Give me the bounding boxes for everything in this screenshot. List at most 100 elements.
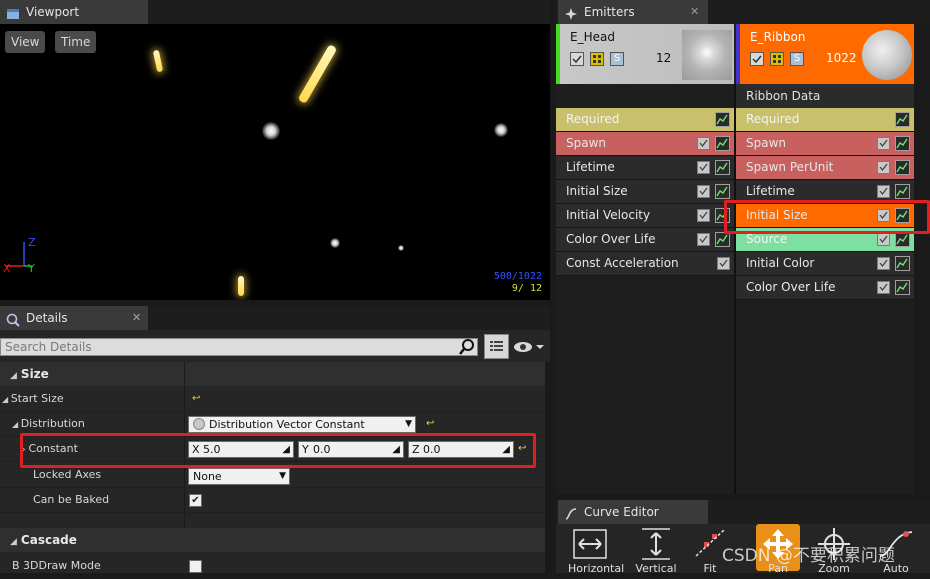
curve-graph-icon[interactable]	[715, 112, 730, 127]
details-scrollbar[interactable]	[545, 362, 550, 573]
curve-icon	[564, 505, 578, 520]
module-enable-checkbox[interactable]	[697, 185, 710, 198]
curve-horizontal-button[interactable]: Horizontal	[568, 524, 624, 575]
module-enable-checkbox[interactable]	[697, 161, 710, 174]
curve-vertical-button[interactable]: Vertical	[634, 524, 678, 575]
emitter-ribbon-module[interactable]: Spawn	[736, 132, 914, 156]
particle-count-total: 500/1022	[493, 271, 542, 282]
ribbon-type-data[interactable]: Ribbon Data	[736, 84, 914, 108]
locked-axes-dropdown[interactable]: None ▼	[188, 468, 290, 485]
module-enable-checkbox[interactable]	[877, 281, 890, 294]
emitter-head-module-label: Required	[566, 112, 620, 126]
emitter-head-module[interactable]: Initial Size	[556, 180, 734, 204]
tab-emitters[interactable]: Emitters	[558, 0, 708, 24]
emitter-ribbon-module[interactable]: Spawn PerUnit	[736, 156, 914, 180]
emitter-ribbon-thumbnail	[862, 30, 912, 80]
module-enable-checkbox[interactable]	[697, 137, 710, 150]
tab-emitters-label: Emitters	[584, 5, 635, 19]
can-be-baked-label: Can be Baked	[33, 493, 110, 506]
eye-icon[interactable]	[513, 339, 545, 358]
tab-curve-editor[interactable]: Curve Editor	[558, 500, 708, 524]
tab-details[interactable]: Details ✕	[0, 306, 148, 330]
curve-graph-icon[interactable]	[715, 160, 730, 175]
emitters-panel: E_Head S 12 E_Ribbon S 1022 Ribbon Data …	[556, 24, 930, 494]
distribution-value: Distribution Vector Constant	[209, 418, 365, 431]
curve-graph-icon[interactable]	[895, 280, 910, 295]
enable-checkbox[interactable]	[570, 52, 584, 66]
axis-z-label: Z	[28, 236, 36, 249]
emitter-head-module[interactable]: Initial Velocity	[556, 204, 734, 228]
list-view-icon[interactable]	[484, 334, 509, 359]
property-row-can-be-baked: Can be Baked ✔	[0, 488, 550, 513]
curve-graph-icon[interactable]	[715, 184, 730, 199]
curve-graph-icon[interactable]	[895, 136, 910, 151]
curve-graph-icon[interactable]	[895, 256, 910, 271]
vertical-icon	[636, 526, 676, 565]
highlight-box	[724, 200, 930, 234]
solo-icon[interactable]	[770, 52, 784, 66]
watermark: CSDN @不要积累问题	[722, 546, 895, 566]
reset-arrow-icon[interactable]: ↩	[426, 418, 434, 429]
emitter-ribbon-module[interactable]: Required	[736, 108, 914, 132]
emitters-scroll-gutter[interactable]	[914, 24, 930, 494]
emitter-ribbon-header[interactable]: E_Ribbon S 1022	[736, 24, 914, 84]
distribution-type-icon	[193, 418, 205, 430]
can-be-baked-checkbox[interactable]: ✔	[189, 494, 202, 507]
module-enable-checkbox[interactable]	[877, 233, 890, 246]
emitter-head-header[interactable]: E_Head S 12	[556, 24, 734, 84]
tab-viewport-label: Viewport	[26, 5, 80, 19]
horizontal-icon	[570, 526, 610, 565]
emitter-head-module[interactable]: Required	[556, 108, 734, 132]
search-icon[interactable]	[458, 338, 476, 359]
curve-graph-icon[interactable]	[895, 184, 910, 199]
emitter-head-module-label: Initial Velocity	[566, 208, 651, 222]
b3d-draw-mode-checkbox[interactable]	[189, 560, 202, 573]
enable-checkbox[interactable]	[750, 52, 764, 66]
curve-graph-icon[interactable]	[715, 232, 730, 247]
emitter-head-thumbnail	[682, 30, 732, 80]
emitter-head-module[interactable]: Const Acceleration	[556, 252, 734, 276]
s-badge[interactable]: S	[610, 52, 624, 66]
emitter-head-module[interactable]: Color Over Life	[556, 228, 734, 252]
search-details-input[interactable]: Search Details	[0, 338, 478, 356]
tab-viewport[interactable]: Viewport	[0, 0, 148, 24]
category-cascade[interactable]: ◢ Cascade	[0, 528, 550, 552]
module-enable-checkbox[interactable]	[697, 209, 710, 222]
curve-graph-icon[interactable]	[895, 232, 910, 247]
curve-graph-icon[interactable]	[895, 160, 910, 175]
module-enable-checkbox[interactable]	[717, 257, 730, 270]
locked-axes-value: None	[193, 470, 222, 483]
particle-blob	[330, 238, 340, 248]
emitter-head-module[interactable]: Spawn	[556, 132, 734, 156]
particle-blob	[398, 245, 404, 251]
emitter-ribbon-module[interactable]: Initial Color	[736, 252, 914, 276]
emitters-icon	[564, 5, 578, 20]
viewport-canvas[interactable]: View Time Z Y X 500/1022 9/ 12	[0, 24, 550, 300]
start-size-label: Start Size	[10, 392, 64, 405]
distribution-label: Distribution	[20, 417, 85, 430]
curve-graph-icon[interactable]	[895, 112, 910, 127]
s-badge[interactable]: S	[790, 52, 804, 66]
curve-graph-icon[interactable]	[715, 136, 730, 151]
emitter-ribbon-module[interactable]: Color Over Life	[736, 276, 914, 300]
reset-arrow-icon[interactable]: ↩	[192, 393, 200, 404]
particle-streak	[297, 44, 338, 104]
solo-icon[interactable]	[590, 52, 604, 66]
emitter-head-count: 12	[656, 51, 672, 65]
module-enable-checkbox[interactable]	[877, 137, 890, 150]
emitter-head-module[interactable]: Lifetime	[556, 156, 734, 180]
module-enable-checkbox[interactable]	[877, 185, 890, 198]
module-enable-checkbox[interactable]	[877, 257, 890, 270]
time-button[interactable]: Time	[55, 31, 97, 53]
distribution-dropdown[interactable]: Distribution Vector Constant ▼	[188, 416, 416, 433]
module-enable-checkbox[interactable]	[697, 233, 710, 246]
emitter-ribbon-module-label: Spawn PerUnit	[746, 160, 834, 174]
emitters-close-icon[interactable]: ✕	[690, 0, 699, 24]
view-button[interactable]: View	[5, 31, 46, 53]
module-enable-checkbox[interactable]	[877, 161, 890, 174]
chevron-down-icon: ▼	[279, 471, 286, 481]
viewport-close-icon[interactable]: ✕	[132, 306, 141, 330]
curve-button-label: Horizontal	[568, 562, 625, 575]
emitter-ribbon-module-label: Source	[746, 232, 788, 246]
category-size[interactable]: ◢ Size	[0, 362, 550, 386]
